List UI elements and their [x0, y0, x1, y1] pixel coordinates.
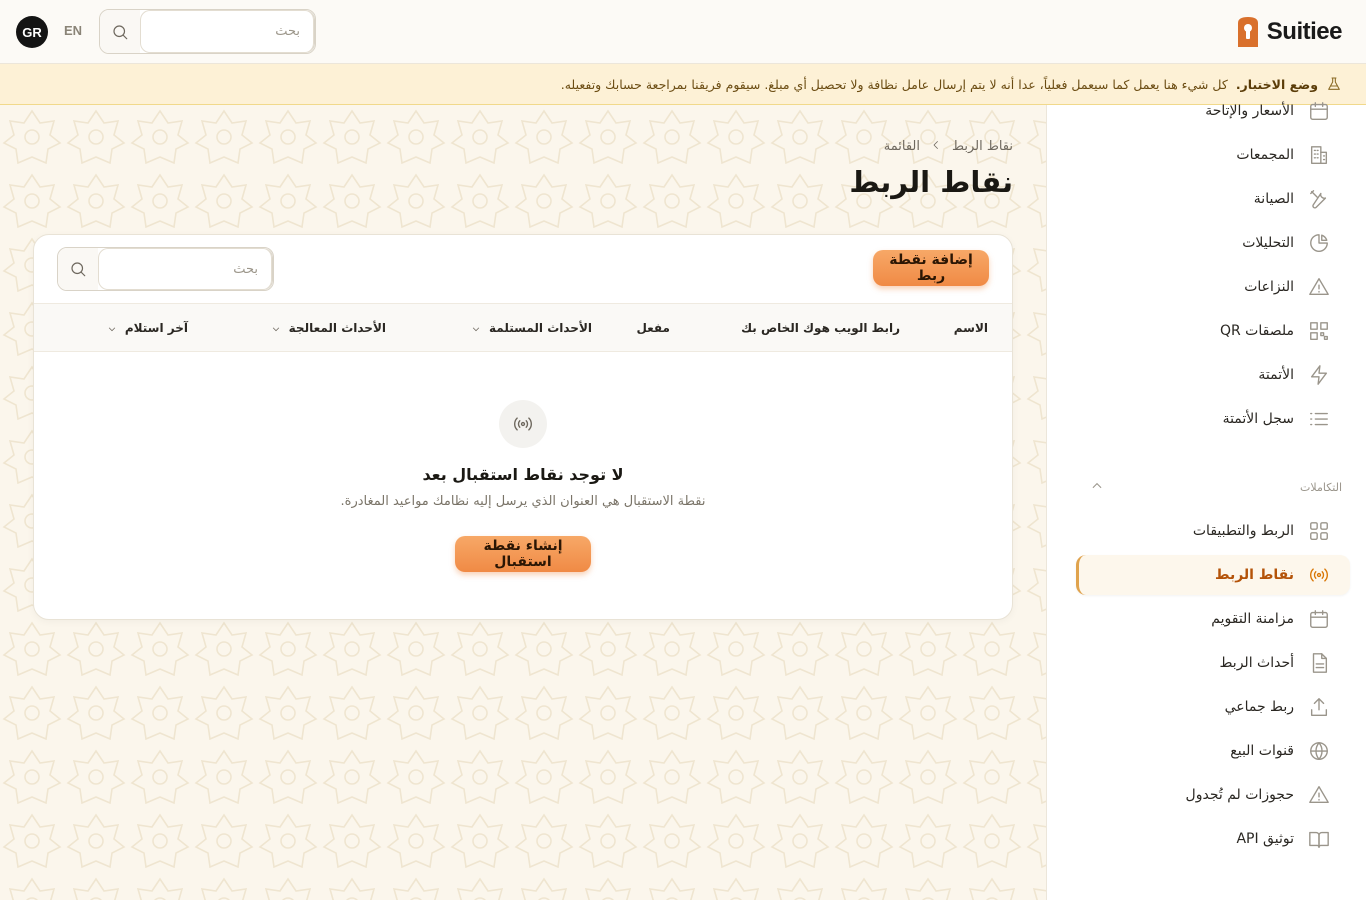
sidebar: الأسعار والإتاحة المجمعات الصيانة التحلي…: [1046, 102, 1366, 900]
bolt-icon: [1308, 364, 1330, 386]
sidebar-item-label: الأتمتة: [1258, 367, 1294, 383]
table-header: الاسم رابط الويب هوك الخاص بك مفعل الأحد…: [34, 303, 1012, 352]
breadcrumb: نقاط الربط القائمة: [884, 139, 1013, 154]
sidebar-item-label: توثيق API: [1236, 831, 1294, 847]
upload-icon: [1308, 696, 1330, 718]
pie-chart-icon: [1308, 232, 1330, 254]
chevron-down-icon: [471, 323, 481, 333]
column-last-received[interactable]: آخر استلام: [107, 321, 188, 335]
sidebar-item-qr-labels[interactable]: ملصقات QR: [1076, 311, 1350, 351]
broadcast-icon: [1308, 564, 1330, 586]
column-enabled[interactable]: مفعل: [636, 321, 670, 335]
table-search: [57, 247, 274, 291]
sidebar-item-endpoints[interactable]: نقاط الربط: [1076, 555, 1350, 595]
chevron-up-icon[interactable]: [1086, 478, 1104, 496]
column-label: رابط الويب هوك الخاص بك: [741, 321, 900, 335]
calendar-icon: [1308, 100, 1330, 122]
brand-logo[interactable]: Suitiee: [1235, 14, 1343, 50]
sidebar-item-disputes[interactable]: النزاعات: [1076, 267, 1350, 307]
tools-icon: [1308, 188, 1330, 210]
table-search-button[interactable]: [58, 248, 98, 290]
table-search-input[interactable]: [98, 248, 273, 290]
main-content: نقاط الربط القائمة نقاط الربط إضافة نقطة…: [0, 105, 1046, 900]
banner-title: وضع الاختبار.: [1235, 76, 1318, 92]
banner-message: كل شيء هنا يعمل كما سيعمل فعلياً، عدا أن…: [560, 76, 1228, 92]
empty-state-title: لا توجد نقاط استقبال بعد: [422, 465, 624, 484]
section-label-integrations: التكاملات: [1300, 481, 1342, 494]
sidebar-item-label: مزامنة التقويم: [1211, 611, 1294, 627]
language-switch[interactable]: EN: [64, 23, 82, 38]
column-label: آخر استلام: [124, 321, 188, 335]
sidebar-item-bulk-link[interactable]: ربط جماعي: [1076, 687, 1350, 727]
sidebar-item-label: التحليلات: [1242, 235, 1294, 251]
top-bar: Suitiee EN GR: [0, 0, 1366, 64]
column-label: الاسم: [953, 321, 988, 335]
search-icon: [71, 262, 86, 277]
list-icon: [1308, 408, 1330, 430]
sidebar-item-pricing[interactable]: الأسعار والإتاحة: [1076, 91, 1350, 131]
broadcast-icon: [499, 400, 547, 448]
sidebar-item-analytics[interactable]: التحليلات: [1076, 223, 1350, 263]
sidebar-item-automation-log[interactable]: سجل الأتمتة: [1076, 399, 1350, 439]
sidebar-item-label: الربط والتطبيقات: [1192, 523, 1294, 539]
sidebar-item-webhook-events[interactable]: أحداث الربط: [1076, 643, 1350, 683]
book-icon: [1308, 828, 1330, 850]
calendar-icon: [1308, 608, 1330, 630]
column-label: الأحداث المعالجة: [288, 321, 386, 335]
column-events-processed[interactable]: الأحداث المعالجة: [271, 321, 386, 335]
card-toolbar: إضافة نقطة ربط: [34, 235, 1012, 303]
sidebar-item-unscheduled-bookings[interactable]: حجوزات لم تُجدول: [1076, 775, 1350, 815]
search-icon: [113, 24, 128, 39]
sidebar-item-label: الأسعار والإتاحة: [1205, 103, 1294, 119]
create-endpoint-button[interactable]: إنشاء نقطة استقبال: [455, 536, 591, 572]
sidebar-item-label: المجمعات: [1236, 147, 1294, 163]
column-label: الأحداث المستلمة: [489, 321, 592, 335]
sidebar-item-label: الصيانة: [1253, 191, 1294, 207]
page-title: نقاط الربط: [849, 165, 1013, 199]
warning-icon: [1308, 276, 1330, 298]
chevron-left-icon: [930, 139, 942, 154]
sidebar-item-label: نقاط الربط: [1214, 567, 1294, 583]
add-endpoint-button[interactable]: إضافة نقطة ربط: [873, 250, 989, 286]
flask-icon: [1328, 77, 1340, 90]
sidebar-item-label: حجوزات لم تُجدول: [1185, 787, 1294, 803]
sidebar-item-maintenance[interactable]: الصيانة: [1076, 179, 1350, 219]
sidebar-item-automation[interactable]: الأتمتة: [1076, 355, 1350, 395]
search-button[interactable]: [100, 10, 140, 53]
qr-icon: [1308, 320, 1330, 342]
chevron-down-icon: [107, 323, 117, 333]
breadcrumb-item-endpoints[interactable]: نقاط الربط: [952, 139, 1013, 154]
globe-icon: [1308, 740, 1330, 762]
column-name[interactable]: الاسم: [954, 321, 988, 335]
sidebar-item-label: سجل الأتمتة: [1222, 411, 1294, 427]
sidebar-item-label: ربط جماعي: [1224, 699, 1294, 715]
column-events-received[interactable]: الأحداث المستلمة: [471, 321, 592, 335]
sidebar-item-label: ملصقات QR: [1219, 323, 1294, 339]
sidebar-item-label: أحداث الربط: [1219, 655, 1294, 671]
endpoints-card: إضافة نقطة ربط الاسم رابط الويب هوك الخا…: [33, 234, 1013, 620]
breadcrumb-item-list: القائمة: [883, 139, 920, 154]
building-icon: [1308, 144, 1330, 166]
sidebar-item-sales-channels[interactable]: قنوات البيع: [1076, 731, 1350, 771]
user-avatar[interactable]: GR: [16, 16, 48, 48]
brand-name: Suitiee: [1266, 18, 1343, 45]
search-input[interactable]: [140, 10, 315, 53]
sidebar-item-calendar-sync[interactable]: مزامنة التقويم: [1076, 599, 1350, 639]
grid-icon: [1308, 520, 1330, 542]
chevron-down-icon: [271, 323, 281, 333]
sidebar-item-api-docs[interactable]: توثيق API: [1076, 819, 1350, 859]
keyhole-logo-icon: [1237, 17, 1258, 47]
sidebar-item-integrations-apps[interactable]: الربط والتطبيقات: [1076, 511, 1350, 551]
file-icon: [1308, 652, 1330, 674]
warning-icon: [1308, 784, 1330, 806]
column-label: مفعل: [636, 321, 670, 335]
sidebar-item-complexes[interactable]: المجمعات: [1076, 135, 1350, 175]
sidebar-item-label: قنوات البيع: [1230, 743, 1294, 759]
empty-state-description: نقطة الاستقبال هي العنوان الذي يرسل إليه…: [340, 494, 706, 509]
top-search: [99, 9, 316, 54]
column-webhook-url[interactable]: رابط الويب هوك الخاص بك: [741, 321, 900, 335]
sidebar-item-label: النزاعات: [1244, 279, 1294, 295]
